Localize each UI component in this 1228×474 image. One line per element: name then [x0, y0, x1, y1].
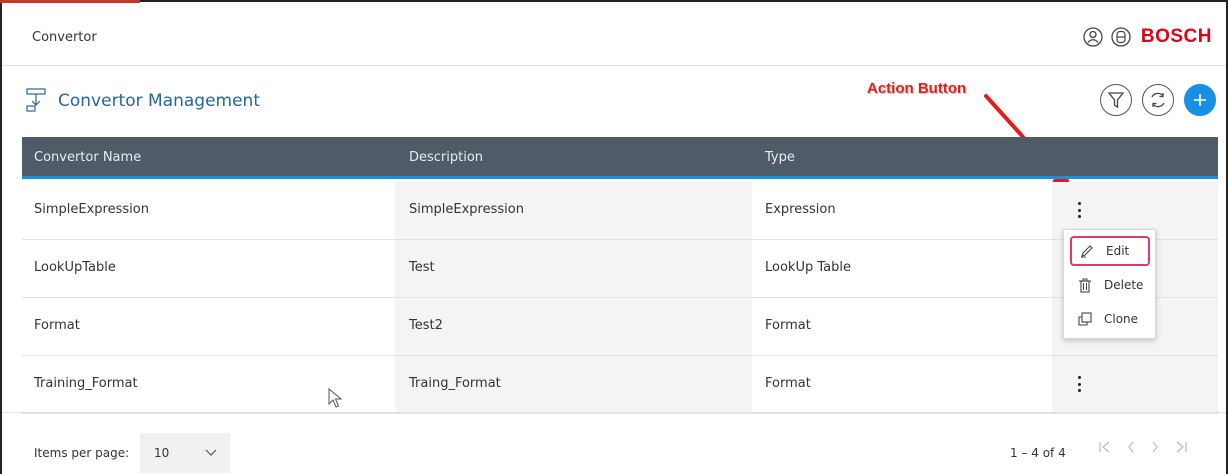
add-button[interactable] — [1184, 84, 1216, 116]
page-titlebar: Convertor Management — [2, 68, 1226, 136]
table-row[interactable]: Format Test2 Format — [22, 298, 1218, 356]
cell-description: Test — [409, 260, 435, 275]
user-icon[interactable] — [1083, 27, 1103, 47]
row-action-button[interactable] — [1073, 374, 1085, 394]
last-page-icon[interactable] — [1174, 440, 1188, 454]
items-per-page-select[interactable]: 10 — [140, 433, 230, 473]
menu-item-label: Edit — [1106, 244, 1130, 258]
bosch-logo-icon — [1111, 27, 1131, 47]
add-icon — [1194, 94, 1206, 106]
menu-item-delete[interactable]: Delete — [1070, 270, 1150, 300]
menu-item-label: Clone — [1104, 312, 1139, 326]
top-accent-bar — [0, 0, 140, 3]
menu-item-edit[interactable]: Edit — [1070, 236, 1150, 266]
items-per-page-label: Items per page: — [34, 446, 130, 460]
row-action-menu: Edit Delete Clone — [1063, 229, 1156, 339]
column-header-description[interactable]: Description — [409, 150, 483, 165]
cell-name: Format — [34, 318, 80, 333]
column-header-type[interactable]: Type — [765, 150, 795, 165]
page-range-label: 1 – 4 of 4 — [1010, 446, 1066, 460]
header-icons: BOSCH — [1083, 26, 1212, 48]
refresh-icon — [1151, 92, 1165, 108]
cell-type: Format — [765, 376, 811, 391]
filter-icon — [1108, 92, 1124, 109]
filter-button[interactable] — [1100, 84, 1132, 116]
table-row[interactable]: LookUpTable Test LookUp Table — [22, 240, 1218, 298]
table-row[interactable]: Training_Format Traing_Format Format — [22, 356, 1218, 414]
chevron-down-icon — [205, 449, 217, 456]
app-title: Convertor — [32, 30, 97, 45]
trash-icon — [1079, 278, 1091, 293]
previous-page-icon[interactable] — [1126, 440, 1136, 454]
next-page-icon[interactable] — [1150, 440, 1160, 454]
menu-item-label: Delete — [1104, 278, 1144, 292]
convertor-table: Convertor Name Description Type SimpleEx… — [22, 137, 1218, 414]
items-per-page-value: 10 — [154, 446, 170, 460]
cell-type: LookUp Table — [765, 260, 851, 275]
table-row[interactable]: SimpleExpression SimpleExpression Expres… — [22, 182, 1218, 240]
clone-icon — [1078, 312, 1092, 326]
table-paginator: Items per page: 10 1 – 4 of 4 — [2, 412, 1226, 474]
cell-description: Test2 — [409, 318, 443, 333]
cell-type: Expression — [765, 202, 836, 217]
app-header: Convertor BOSCH — [2, 10, 1226, 66]
refresh-button[interactable] — [1142, 84, 1174, 116]
pager-controls — [1098, 440, 1188, 454]
menu-item-clone[interactable]: Clone — [1070, 304, 1150, 334]
table-header: Convertor Name Description Type — [22, 137, 1218, 179]
cell-type: Format — [765, 318, 811, 333]
row-action-button[interactable] — [1073, 200, 1085, 220]
action-button-annotation: Action Button — [867, 80, 967, 97]
mouse-cursor-icon — [328, 388, 343, 408]
brand-logo-text: BOSCH — [1140, 26, 1212, 47]
toolbar — [1100, 84, 1216, 116]
cell-name: SimpleExpression — [34, 202, 149, 217]
cell-description: Traing_Format — [409, 376, 501, 391]
cell-name: LookUpTable — [34, 260, 116, 275]
convertor-icon — [26, 88, 46, 112]
first-page-icon[interactable] — [1098, 440, 1112, 454]
pencil-icon — [1081, 245, 1093, 258]
cell-description: SimpleExpression — [409, 202, 524, 217]
page-title: Convertor Management — [58, 91, 260, 111]
column-header-name[interactable]: Convertor Name — [34, 150, 141, 165]
cell-name: Training_Format — [34, 376, 138, 391]
